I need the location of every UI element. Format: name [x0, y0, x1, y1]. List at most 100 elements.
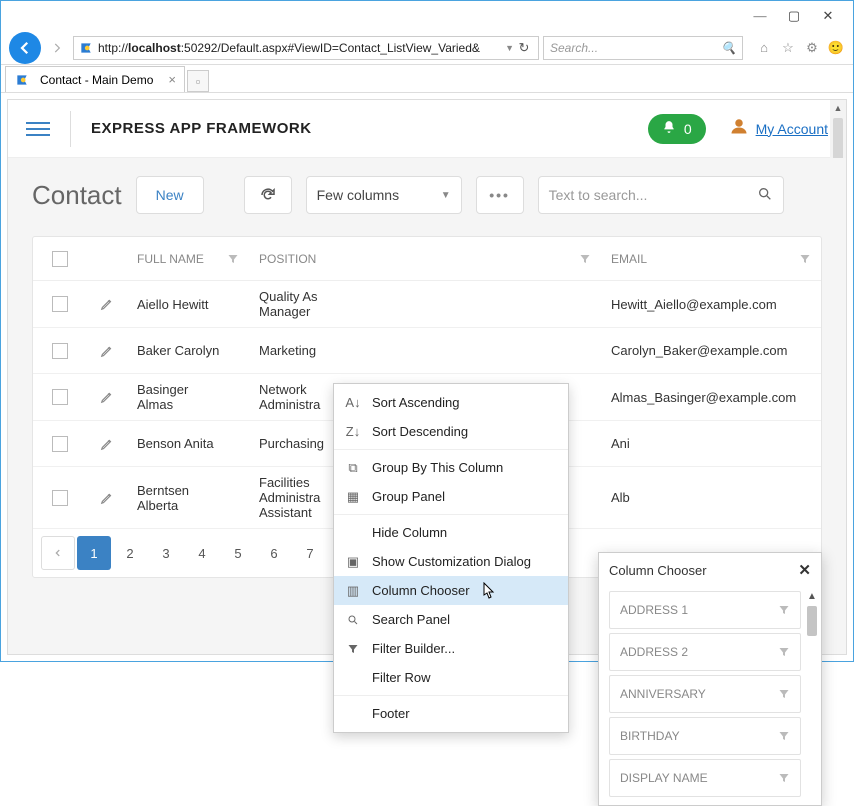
window-maximize-button[interactable]: ▢ [777, 4, 811, 28]
back-button[interactable] [9, 32, 41, 64]
filter-icon[interactable] [778, 772, 790, 784]
my-account-link[interactable]: My Account [756, 121, 828, 137]
row-edit-button[interactable] [87, 467, 127, 528]
scroll-thumb[interactable] [807, 606, 817, 636]
filter-icon [344, 643, 362, 655]
column-chooser-item[interactable]: BIRTHDAY [609, 717, 801, 755]
filter-icon[interactable] [227, 253, 239, 265]
row-checkbox-cell[interactable] [33, 281, 87, 327]
menu-sort-descending[interactable]: Z↓Sort Descending [334, 417, 568, 446]
column-chooser-item[interactable]: DISPLAY NAME [609, 759, 801, 797]
emoji-icon[interactable]: 🙂 [827, 39, 845, 57]
column-chooser-item[interactable]: ADDRESS 2 [609, 633, 801, 671]
menu-column-chooser[interactable]: ▥Column Chooser [334, 576, 568, 605]
menu-sort-ascending[interactable]: A↓Sort Ascending [334, 388, 568, 417]
row-checkbox-cell[interactable] [33, 328, 87, 373]
column-context-menu: A↓Sort Ascending Z↓Sort Descending ⧉Grou… [333, 383, 569, 733]
pager-page-5[interactable]: 5 [221, 536, 255, 570]
pager-page-4[interactable]: 4 [185, 536, 219, 570]
filter-icon[interactable] [579, 253, 591, 265]
row-checkbox-cell[interactable] [33, 374, 87, 420]
checkbox[interactable] [52, 389, 68, 405]
menu-footer[interactable]: Footer [334, 699, 568, 728]
scroll-up-icon[interactable]: ▲ [807, 591, 817, 602]
row-edit-button[interactable] [87, 328, 127, 373]
checkbox[interactable] [52, 490, 68, 506]
dropdown-caret-icon[interactable]: ▼ [505, 43, 514, 53]
column-chooser-list: ADDRESS 1 ADDRESS 2 ANNIVERSARY BIRTHDAY DIS… [599, 587, 803, 805]
checkbox[interactable] [52, 251, 68, 267]
pager-page-3[interactable]: 3 [149, 536, 183, 570]
pager-page-1[interactable]: 1 [77, 536, 111, 570]
grid-search-input[interactable]: Text to search... [538, 176, 784, 214]
menu-label: Filter Row [372, 670, 431, 685]
menu-group-panel[interactable]: ▦Group Panel [334, 482, 568, 511]
view-selector-dropdown[interactable]: Few columns ▼ [306, 176, 462, 214]
browser-tab[interactable]: Contact - Main Demo × [5, 66, 185, 92]
browser-search-input[interactable]: Search... 🔍 [543, 36, 743, 60]
cell-position: Marketing [249, 328, 355, 373]
row-edit-button[interactable] [87, 281, 127, 327]
header-fullname[interactable]: FULL NAME [127, 237, 249, 280]
table-row[interactable]: Baker CarolynMarketingCarolyn_Baker@exam… [33, 328, 821, 374]
column-chooser-scrollbar[interactable]: ▲ [803, 587, 821, 805]
settings-gear-icon[interactable]: ⚙ [803, 39, 821, 57]
columns-icon: ▥ [344, 583, 362, 599]
app-viewport: ▲ ▼ EXPRESS APP FRAMEWORK 0 My Account C… [1, 93, 853, 661]
row-edit-button[interactable] [87, 374, 127, 420]
notifications-button[interactable]: 0 [648, 114, 706, 144]
filter-icon[interactable] [778, 730, 790, 742]
cell-email: Ani [601, 421, 821, 466]
header-email[interactable]: EMAIL [601, 237, 821, 280]
more-actions-button[interactable]: ••• [476, 176, 524, 214]
menu-separator [334, 514, 568, 515]
home-icon[interactable]: ⌂ [755, 39, 773, 57]
column-name: DISPLAY NAME [620, 771, 708, 785]
column-chooser-header[interactable]: Column Chooser ✕ [599, 553, 821, 587]
pager-page-6[interactable]: 6 [257, 536, 291, 570]
address-bar[interactable]: http://localhost:50292/Default.aspx#View… [73, 36, 539, 60]
menu-search-panel[interactable]: Search Panel [334, 605, 568, 634]
menu-group-by[interactable]: ⧉Group By This Column [334, 453, 568, 482]
new-button[interactable]: New [136, 176, 204, 214]
pager-page-7[interactable]: 7 [293, 536, 327, 570]
search-icon[interactable]: 🔍 [721, 41, 736, 55]
pager-page-2[interactable]: 2 [113, 536, 147, 570]
filter-icon[interactable] [799, 253, 811, 265]
menu-button[interactable] [26, 122, 50, 136]
tab-close-button[interactable]: × [168, 72, 176, 87]
checkbox[interactable] [52, 436, 68, 452]
new-tab-button[interactable]: ▫ [187, 70, 209, 92]
filter-icon[interactable] [778, 646, 790, 658]
column-chooser-item[interactable]: ADDRESS 1 [609, 591, 801, 629]
menu-show-customization[interactable]: ▣Show Customization Dialog [334, 547, 568, 576]
menu-hide-column[interactable]: Hide Column [334, 518, 568, 547]
notification-count: 0 [684, 121, 692, 137]
header-label: FULL NAME [137, 252, 204, 266]
filter-icon[interactable] [778, 604, 790, 616]
search-placeholder: Text to search... [549, 187, 648, 203]
header-select-all[interactable] [33, 237, 87, 280]
menu-filter-builder[interactable]: Filter Builder... [334, 634, 568, 663]
window-minimize-button[interactable]: — [743, 4, 777, 28]
reload-button[interactable]: ↻ [514, 40, 534, 56]
header-position[interactable]: POSITION [249, 237, 355, 280]
window-close-button[interactable]: ✕ [811, 4, 845, 28]
checkbox[interactable] [52, 343, 68, 359]
search-icon[interactable] [757, 186, 773, 205]
filter-icon[interactable] [778, 688, 790, 700]
row-edit-button[interactable] [87, 421, 127, 466]
scroll-up-icon[interactable]: ▲ [834, 100, 843, 116]
table-row[interactable]: Aiello HewittQuality AsManagerHewitt_Aie… [33, 281, 821, 328]
forward-button[interactable] [45, 36, 69, 60]
favorites-icon[interactable]: ☆ [779, 39, 797, 57]
refresh-button[interactable] [244, 176, 292, 214]
pager-prev-button[interactable] [41, 536, 75, 570]
tab-favicon [14, 72, 30, 88]
row-checkbox-cell[interactable] [33, 467, 87, 528]
column-chooser-item[interactable]: ANNIVERSARY [609, 675, 801, 713]
checkbox[interactable] [52, 296, 68, 312]
row-checkbox-cell[interactable] [33, 421, 87, 466]
close-button[interactable]: ✕ [798, 561, 811, 579]
menu-filter-row[interactable]: Filter Row [334, 663, 568, 692]
